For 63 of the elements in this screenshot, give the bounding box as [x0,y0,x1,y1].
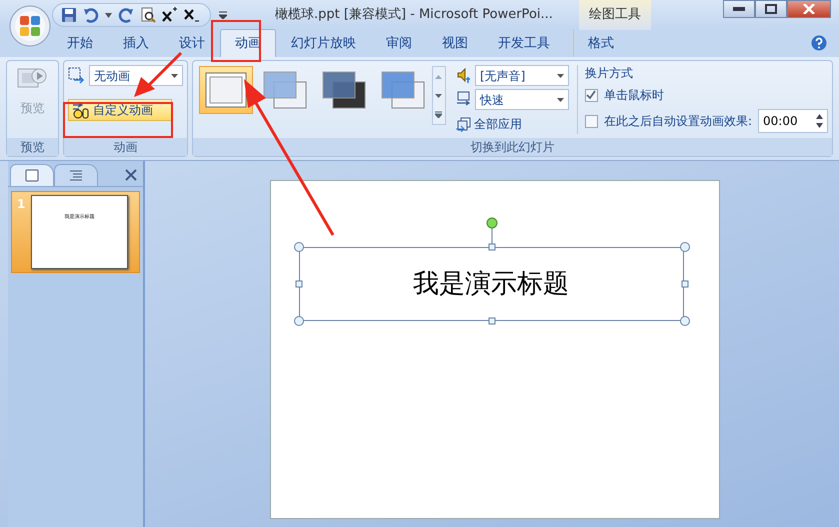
print-preview-icon[interactable] [140,7,156,23]
caret-icon [556,98,564,102]
slide-number: 1 [17,196,26,213]
slide[interactable]: 我是演示标题 [270,180,720,519]
maximize-button[interactable] [755,0,787,18]
caret-icon [170,74,178,78]
ribbon-tab[interactable]: 幻灯片放映 [276,28,371,57]
help-icon[interactable] [811,35,827,51]
slides-tab[interactable] [10,164,54,186]
window-title: 橄榄球.ppt [兼容模式] - Microsoft PowerPoi... [275,6,553,24]
slide-icon [25,169,39,182]
ribbon-tab[interactable]: 开发工具 [483,28,565,57]
slide-title: 我是演示标题 [413,268,569,300]
more-button[interactable] [432,105,445,124]
close-button[interactable] [787,0,831,18]
minimize-icon [733,7,745,11]
spin-arrows-icon [816,114,823,128]
caret-icon [556,74,564,78]
outline-icon [69,170,83,181]
minimize-button[interactable] [723,0,755,18]
animation-dropdown[interactable]: 无动画 [88,65,183,86]
more-icon [435,111,442,118]
undo-icon[interactable] [83,7,99,23]
section-heading: 换片方式 [584,65,634,81]
close-icon[interactable] [125,169,137,181]
outline-tab[interactable] [54,164,98,186]
sound-icon [456,67,471,84]
customize-caret-icon[interactable] [219,11,227,19]
ribbon-tab[interactable]: 开始 [52,28,108,57]
on-click-checkbox[interactable]: 单击鼠标时 [584,86,828,104]
apply-to-all-button[interactable]: 全部应用 [456,115,569,133]
contextual-tab-group-label: 绘图工具 [578,0,651,30]
subscript-icon[interactable] [184,7,200,23]
caret-icon[interactable] [105,12,112,18]
up-arrow-icon [435,74,442,78]
down-arrow-icon [435,94,442,98]
redo-icon[interactable] [118,7,134,23]
group-label: 切换到此幻灯片 [192,138,832,156]
sound-dropdown[interactable]: [无声音] [474,65,569,86]
custom-animation-button[interactable]: 自定义动画 [68,99,172,121]
speed-icon [456,91,471,108]
speed-dropdown[interactable]: 快速 [474,89,569,110]
animation-icon [68,67,85,84]
selection-handles-drawing[interactable] [294,217,690,327]
group-label: 动画 [64,138,187,156]
auto-advance-checkbox[interactable]: 在此之后自动设置动画效果: [584,112,752,130]
checkmark-icon [586,90,596,100]
apply-all-icon [456,116,471,132]
highlight-frame [211,20,261,62]
ribbon-tab[interactable]: 审阅 [371,28,427,57]
close-icon [803,4,815,14]
save-icon[interactable] [61,7,77,23]
superscript-icon[interactable] [162,7,178,23]
ribbon-tab[interactable]: 视图 [427,28,483,57]
transition-thumbnail[interactable] [198,66,253,114]
group-label: 预览 [7,138,58,156]
office-button[interactable] [9,5,51,47]
maximize-icon [765,4,777,14]
title-placeholder[interactable]: 我是演示标题 [298,247,684,321]
ribbon-tab[interactable]: 插入 [108,28,164,57]
custom-animation-icon [72,102,90,118]
ribbon-tab[interactable]: 设计 [164,28,220,57]
time-spinner[interactable]: 00:00 [758,109,828,133]
